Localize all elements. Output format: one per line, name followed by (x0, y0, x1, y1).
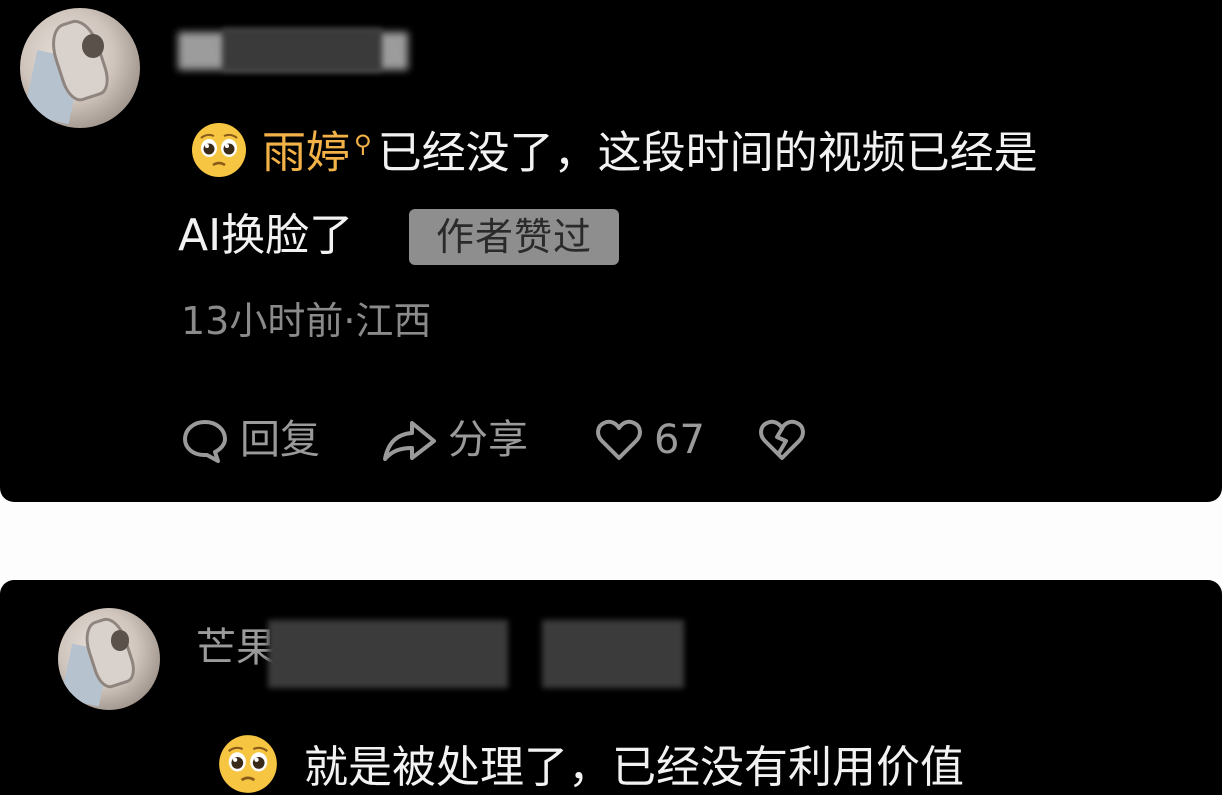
reply-button[interactable]: 回复 (180, 412, 320, 468)
comment-meta: 13小时前·江西 (181, 299, 432, 343)
avatar[interactable] (20, 8, 140, 128)
comment-text-line1: 就是被处理了，已经没有利用价值 (216, 733, 964, 795)
pleading-face-icon (216, 733, 280, 795)
heart-icon (594, 415, 644, 465)
share-label: 分享 (448, 417, 528, 463)
like-count: 67 (654, 417, 705, 463)
comment-bubble-icon (180, 415, 230, 465)
like-button[interactable]: 67 (594, 412, 705, 468)
separator (0, 502, 1222, 580)
avatar-shape (111, 630, 130, 651)
dislike-button[interactable] (756, 412, 808, 468)
share-arrow-icon (380, 415, 440, 465)
reply-label: 回复 (240, 417, 320, 463)
comment-card: 雨婷 ⚲ 已经没了，这段时间的视频已经是 AI换脸了 作者赞过 13小时前·江西 回… (0, 0, 1222, 502)
avatar[interactable] (58, 608, 160, 710)
mention-username[interactable]: 雨婷 (262, 128, 350, 179)
broken-heart-icon (756, 415, 808, 465)
author-liked-badge: 作者赞过 (409, 209, 619, 265)
share-button[interactable]: 分享 (380, 412, 528, 468)
username[interactable]: 芒果 (196, 628, 276, 668)
comment-text-line2: AI换脸了 (178, 210, 354, 261)
username-blur (268, 620, 508, 688)
comment-text: 就是被处理了，已经没有利用价值 (304, 742, 964, 793)
comment-text: 已经没了，这段时间的视频已经是 (377, 127, 1038, 179)
search-icon[interactable]: ⚲ (354, 130, 372, 158)
comment-card: 芒果 就是被处理了，已经没有利用价值 (0, 580, 1222, 795)
pleading-face-icon (190, 121, 248, 191)
comment-text-line1: 雨婷 ⚲ 已经没了，这段时间的视频已经是 (190, 118, 1038, 191)
username-blur (542, 620, 684, 688)
